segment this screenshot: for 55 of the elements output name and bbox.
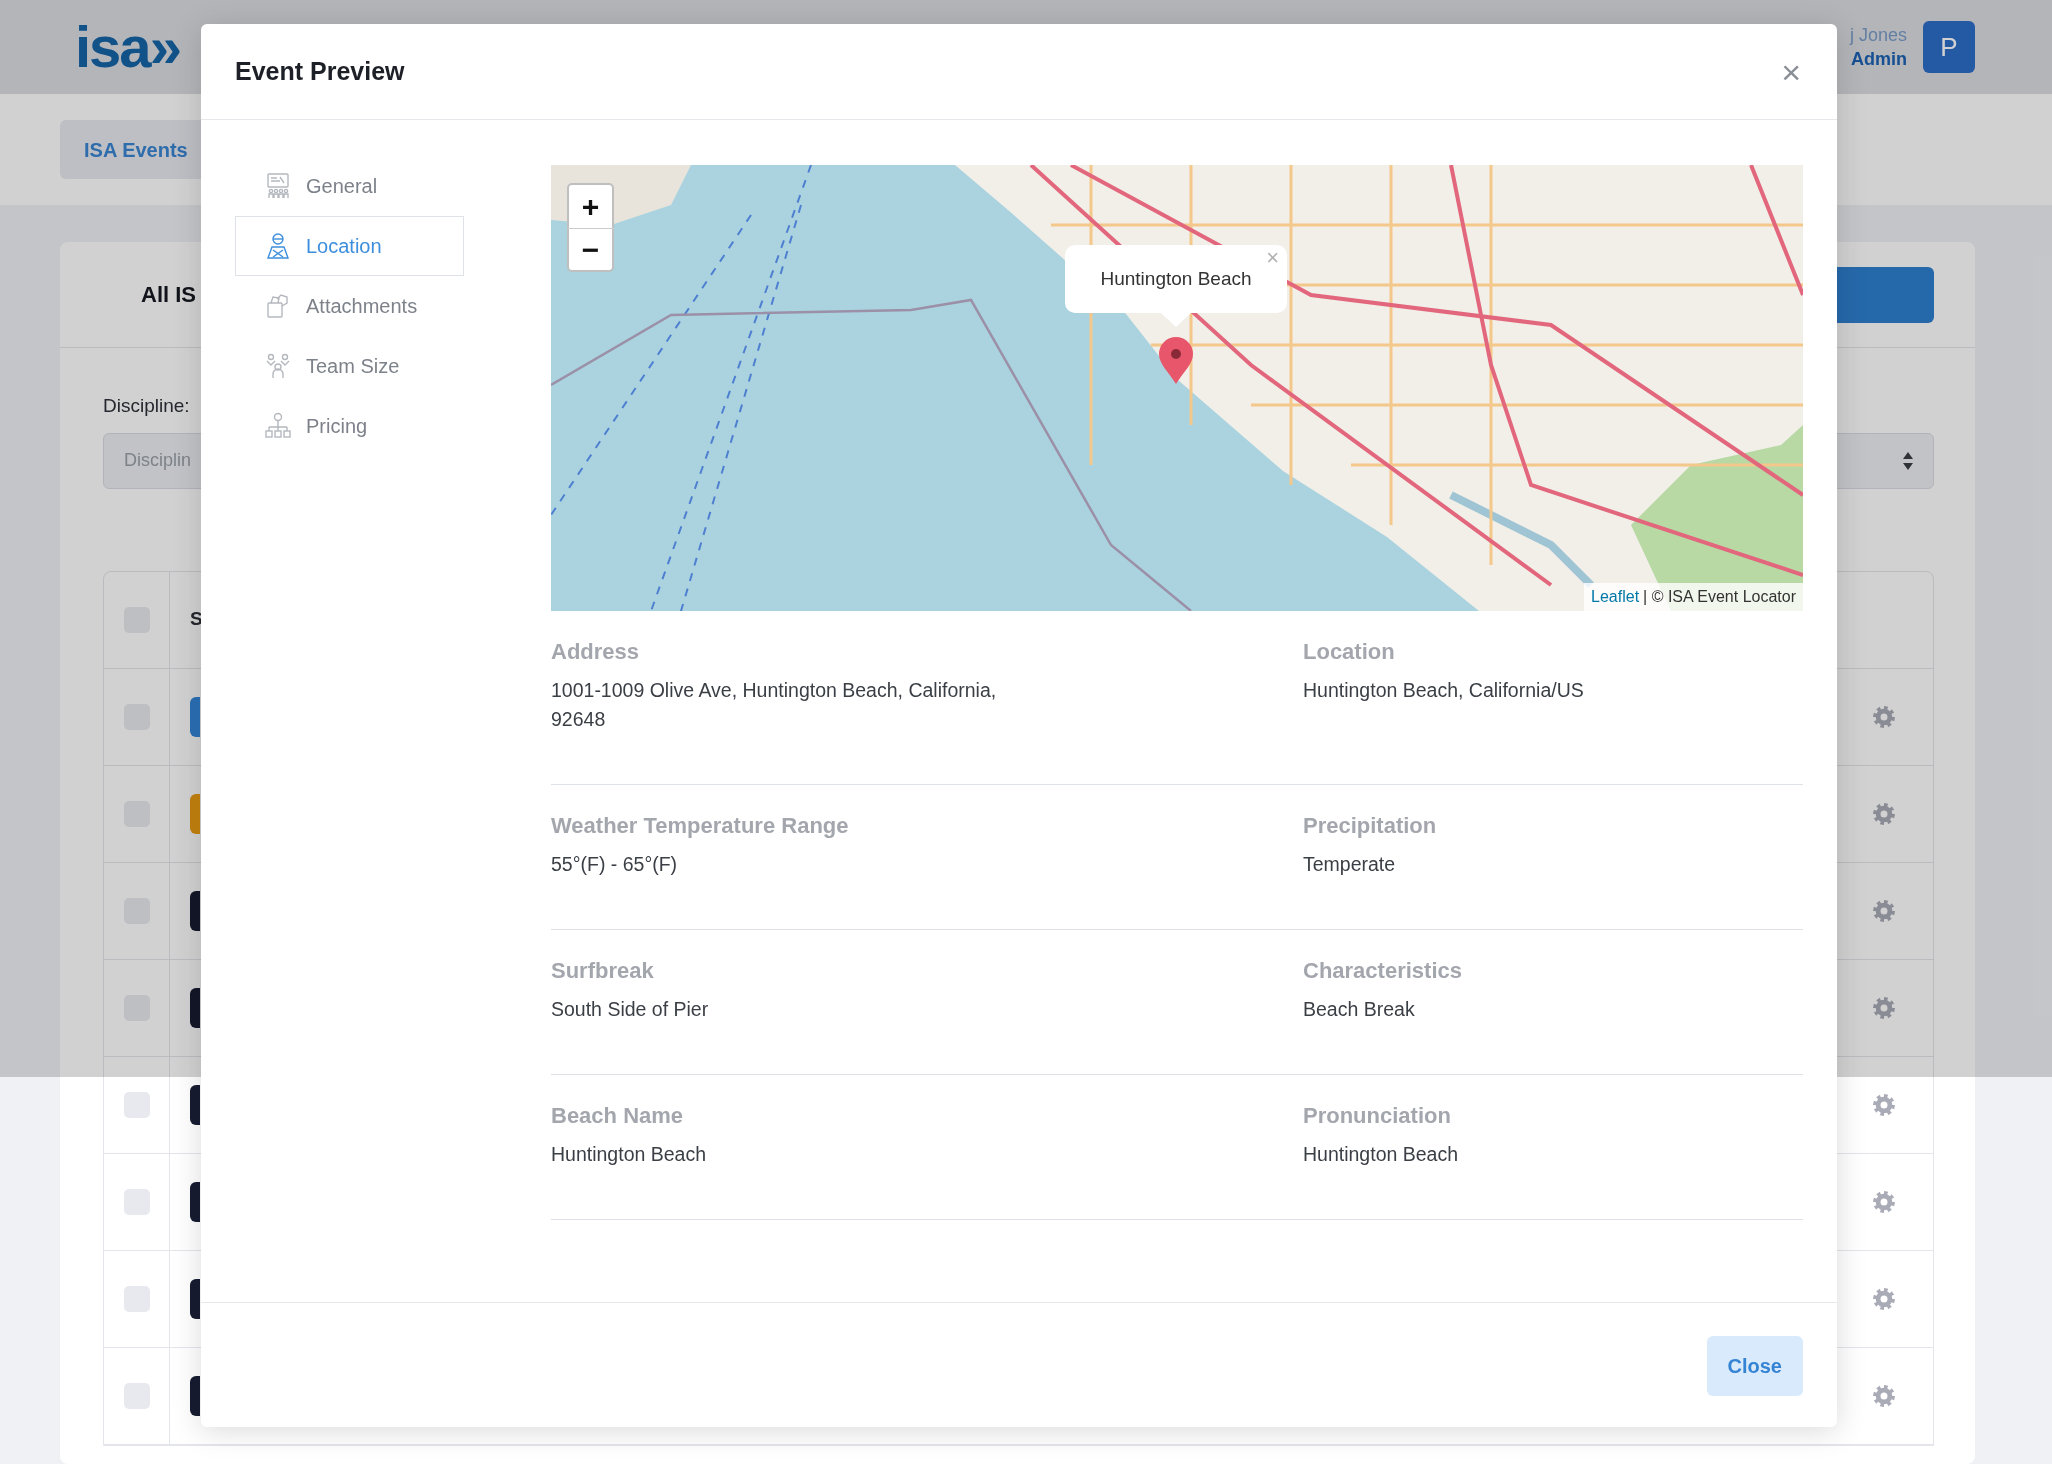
settings-icon[interactable] — [1872, 1383, 1896, 1408]
field-value: South Side of Pier — [551, 997, 710, 1022]
zoom-in-button[interactable]: + — [567, 183, 614, 228]
settings-icon[interactable] — [1872, 1286, 1896, 1311]
sidebar-item[interactable]: Location — [235, 216, 464, 276]
field-label: Weather Temperature Range — [551, 812, 850, 840]
close-button[interactable]: Close — [1706, 1336, 1803, 1396]
field-value: Beach Break — [1303, 997, 1416, 1022]
user-name: j Jones — [1849, 23, 1907, 47]
field-label: Characteristics — [1303, 957, 1462, 985]
row-checkbox[interactable] — [123, 1285, 150, 1312]
field-label: Address — [551, 638, 641, 666]
zoom-out-button[interactable]: − — [567, 228, 614, 272]
field-value: Huntington Beach — [551, 1142, 708, 1167]
settings-icon[interactable] — [1872, 898, 1896, 923]
card-title: All IS — [141, 281, 196, 309]
field-value: Huntington Beach — [1303, 1142, 1459, 1167]
map-attribution: | © ISA Event Locator — [1643, 587, 1796, 607]
map-marker-icon[interactable] — [1158, 337, 1194, 385]
row-checkbox[interactable] — [123, 1091, 150, 1118]
field-label: Precipitation — [1303, 812, 1437, 840]
popup-text: Huntington Beach — [1100, 266, 1252, 291]
person-icon — [264, 232, 292, 260]
field-label: Beach Name — [551, 1102, 685, 1130]
popup-close-button[interactable]: × — [1264, 247, 1281, 269]
people-icon — [264, 352, 292, 380]
row-checkbox[interactable] — [123, 1382, 150, 1409]
user-role: Admin — [1850, 48, 1907, 71]
settings-icon[interactable] — [1872, 1092, 1896, 1117]
settings-icon[interactable] — [1872, 995, 1896, 1020]
field-value: 55°(F) - 65°(F) — [551, 852, 679, 877]
field-value: 1001-1009 Olive Ave, Huntington Beach, California, 92648 — [551, 678, 998, 732]
sidebar-item[interactable]: Team Size — [235, 336, 464, 396]
leaflet-link[interactable]: Leaflet — [1591, 585, 1640, 609]
settings-icon[interactable] — [1872, 1189, 1896, 1214]
close-button[interactable]: × — [1779, 54, 1803, 89]
field-label: Location — [1303, 638, 1396, 666]
sort-arrows-icon — [1902, 450, 1914, 471]
row-checkbox[interactable] — [123, 1188, 150, 1215]
modal-title: Event Preview — [235, 55, 405, 87]
column-header: S — [190, 607, 203, 632]
filter-label: Discipline: — [103, 394, 191, 418]
logo: isa» — [75, 18, 180, 76]
user-avatar[interactable]: P — [1923, 21, 1975, 73]
field-value: Huntington Beach, California/US — [1303, 678, 1584, 703]
field-label: Surfbreak — [551, 957, 655, 985]
field-value: Temperate — [1303, 852, 1397, 877]
sidebar-item[interactable]: Attachments — [235, 276, 464, 336]
hierarchy-icon — [264, 412, 292, 440]
field-label: Pronunciation — [1303, 1102, 1452, 1130]
sidebar-item[interactable]: General — [235, 156, 464, 216]
audience-icon — [264, 172, 292, 200]
settings-icon[interactable] — [1872, 704, 1896, 729]
settings-icon[interactable] — [1872, 801, 1896, 826]
sidebar-item[interactable]: Pricing — [235, 396, 464, 456]
